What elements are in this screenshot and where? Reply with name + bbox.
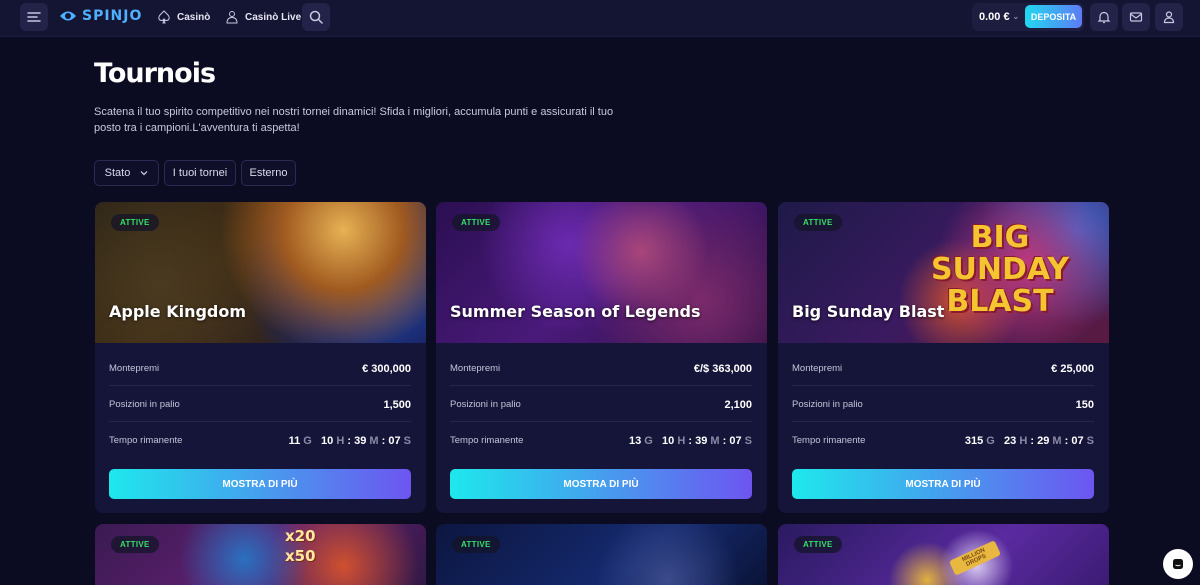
prize-label: Montepremi (450, 363, 501, 374)
messages-button[interactable] (1122, 3, 1150, 31)
prize-label: Montepremi (109, 363, 160, 374)
bell-icon (1097, 11, 1111, 24)
status-badge: ATTIVE (452, 214, 500, 231)
chat-button[interactable] (1163, 549, 1193, 579)
show-more-button[interactable]: MOSTRA DI PIÙ (450, 469, 752, 499)
status-badge: ATTIVE (794, 214, 842, 231)
deposit-button[interactable]: DEPOSITA (1025, 5, 1082, 28)
dealer-icon (226, 11, 238, 24)
chevron-down-icon (140, 171, 148, 176)
banner-artwork-text: MILLION DROPS (948, 540, 1002, 576)
hamburger-icon (27, 12, 41, 22)
time-row: Tempo rimanente 11 G 10 H : 39 M : 07 S (109, 422, 411, 458)
time-label: Tempo rimanente (109, 435, 183, 446)
show-more-button[interactable]: MOSTRA DI PIÙ (792, 469, 1094, 499)
nav-casino-live-label: Casinò Live (245, 11, 302, 23)
banner-artwork-text: BIG SUNDAY BLAST (930, 220, 1069, 319)
positions-value: 150 (1075, 399, 1094, 411)
nav-casino-label: Casinò (177, 11, 211, 23)
notifications-button[interactable] (1090, 3, 1118, 31)
countdown-timer: 13 G 10 H : 39 M : 07 S (628, 435, 752, 447)
spinjo-logo[interactable]: SPINJO (57, 8, 142, 24)
page-title: Tournois (94, 58, 216, 89)
tournament-card: BIG SUNDAY BLAST ATTIVE Big Sunday Blast… (778, 202, 1109, 513)
nav-casino-link[interactable]: Casinò (157, 10, 210, 24)
prize-row: Montepremi €/$ 363,000 (450, 350, 752, 386)
prize-value: € 25,000 (1051, 363, 1094, 375)
prize-value: € 300,000 (362, 363, 411, 375)
search-button[interactable] (302, 3, 330, 31)
positions-label: Posizioni in palio (450, 399, 521, 410)
countdown-timer: 11 G 10 H : 39 M : 07 S (288, 435, 411, 447)
balance-value: 0.00 € (979, 11, 1010, 23)
prize-row: Montepremi € 25,000 (792, 350, 1094, 386)
filter-your-tournaments[interactable]: I tuoi tornei (164, 160, 236, 186)
nav-casino-live-link[interactable]: Casinò Live (225, 10, 301, 24)
time-label: Tempo rimanente (450, 435, 524, 446)
menu-button[interactable] (20, 3, 48, 31)
prize-row: Montepremi € 300,000 (109, 350, 411, 386)
positions-value: 1,500 (383, 399, 411, 411)
filter-external[interactable]: Esterno (241, 160, 296, 186)
logo-mark-icon (60, 11, 76, 21)
tournament-card-peek[interactable]: ATTIVE x20 x50 (95, 524, 426, 585)
time-label: Tempo rimanente (792, 435, 866, 446)
time-row: Tempo rimanente 13 G 10 H : 39 M : 07 S (450, 422, 752, 458)
user-icon (1163, 11, 1175, 24)
positions-value: 2,100 (724, 399, 752, 411)
balance-box[interactable]: 0.00 € ⌄ DEPOSITA (972, 3, 1084, 31)
mail-icon (1129, 12, 1143, 22)
positions-row: Posizioni in palio 2,100 (450, 386, 752, 422)
spade-icon (158, 10, 170, 24)
prize-value: €/$ 363,000 (693, 363, 752, 375)
prize-label: Montepremi (792, 363, 843, 374)
positions-label: Posizioni in palio (792, 399, 863, 410)
banner-artwork-text: x20 x50 (285, 527, 316, 565)
tournament-card-peek[interactable]: ATTIVE (436, 524, 767, 585)
top-navbar: SPINJO Casinò Casinò Live 0.00 € ⌄ DEPOS… (0, 0, 1200, 37)
positions-row: Posizioni in palio 150 (792, 386, 1094, 422)
positions-row: Posizioni in palio 1,500 (109, 386, 411, 422)
tournament-title: Big Sunday Blast (792, 302, 945, 321)
countdown-timer: 315 G 23 H : 29 M : 07 S (964, 435, 1094, 447)
show-more-button[interactable]: MOSTRA DI PIÙ (109, 469, 411, 499)
filter-stato-dropdown[interactable]: Stato (94, 160, 159, 186)
search-icon (309, 10, 323, 24)
status-badge: ATTIVE (111, 536, 159, 553)
status-badge: ATTIVE (111, 214, 159, 231)
tournament-title: Apple Kingdom (109, 302, 247, 321)
filter-stato-label: Stato (104, 167, 131, 179)
tournament-card-peek[interactable]: ATTIVE MILLION DROPS (778, 524, 1109, 585)
tournament-card: ATTIVE Apple Kingdom Montepremi € 300,00… (95, 202, 426, 513)
positions-label: Posizioni in palio (109, 399, 180, 410)
time-row: Tempo rimanente 315 G 23 H : 29 M : 07 S (792, 422, 1094, 458)
account-button[interactable] (1155, 3, 1183, 31)
status-badge: ATTIVE (794, 536, 842, 553)
tournament-title: Summer Season of Legends (450, 302, 701, 321)
chevron-down-icon: ⌄ (1012, 11, 1020, 21)
logo-text: SPINJO (82, 8, 143, 24)
status-badge: ATTIVE (452, 536, 500, 553)
chat-icon (1173, 559, 1183, 569)
tournament-card: ATTIVE Summer Season of Legends Montepre… (436, 202, 767, 513)
page-description: Scatena il tuo spirito competitivo nei n… (94, 106, 614, 134)
